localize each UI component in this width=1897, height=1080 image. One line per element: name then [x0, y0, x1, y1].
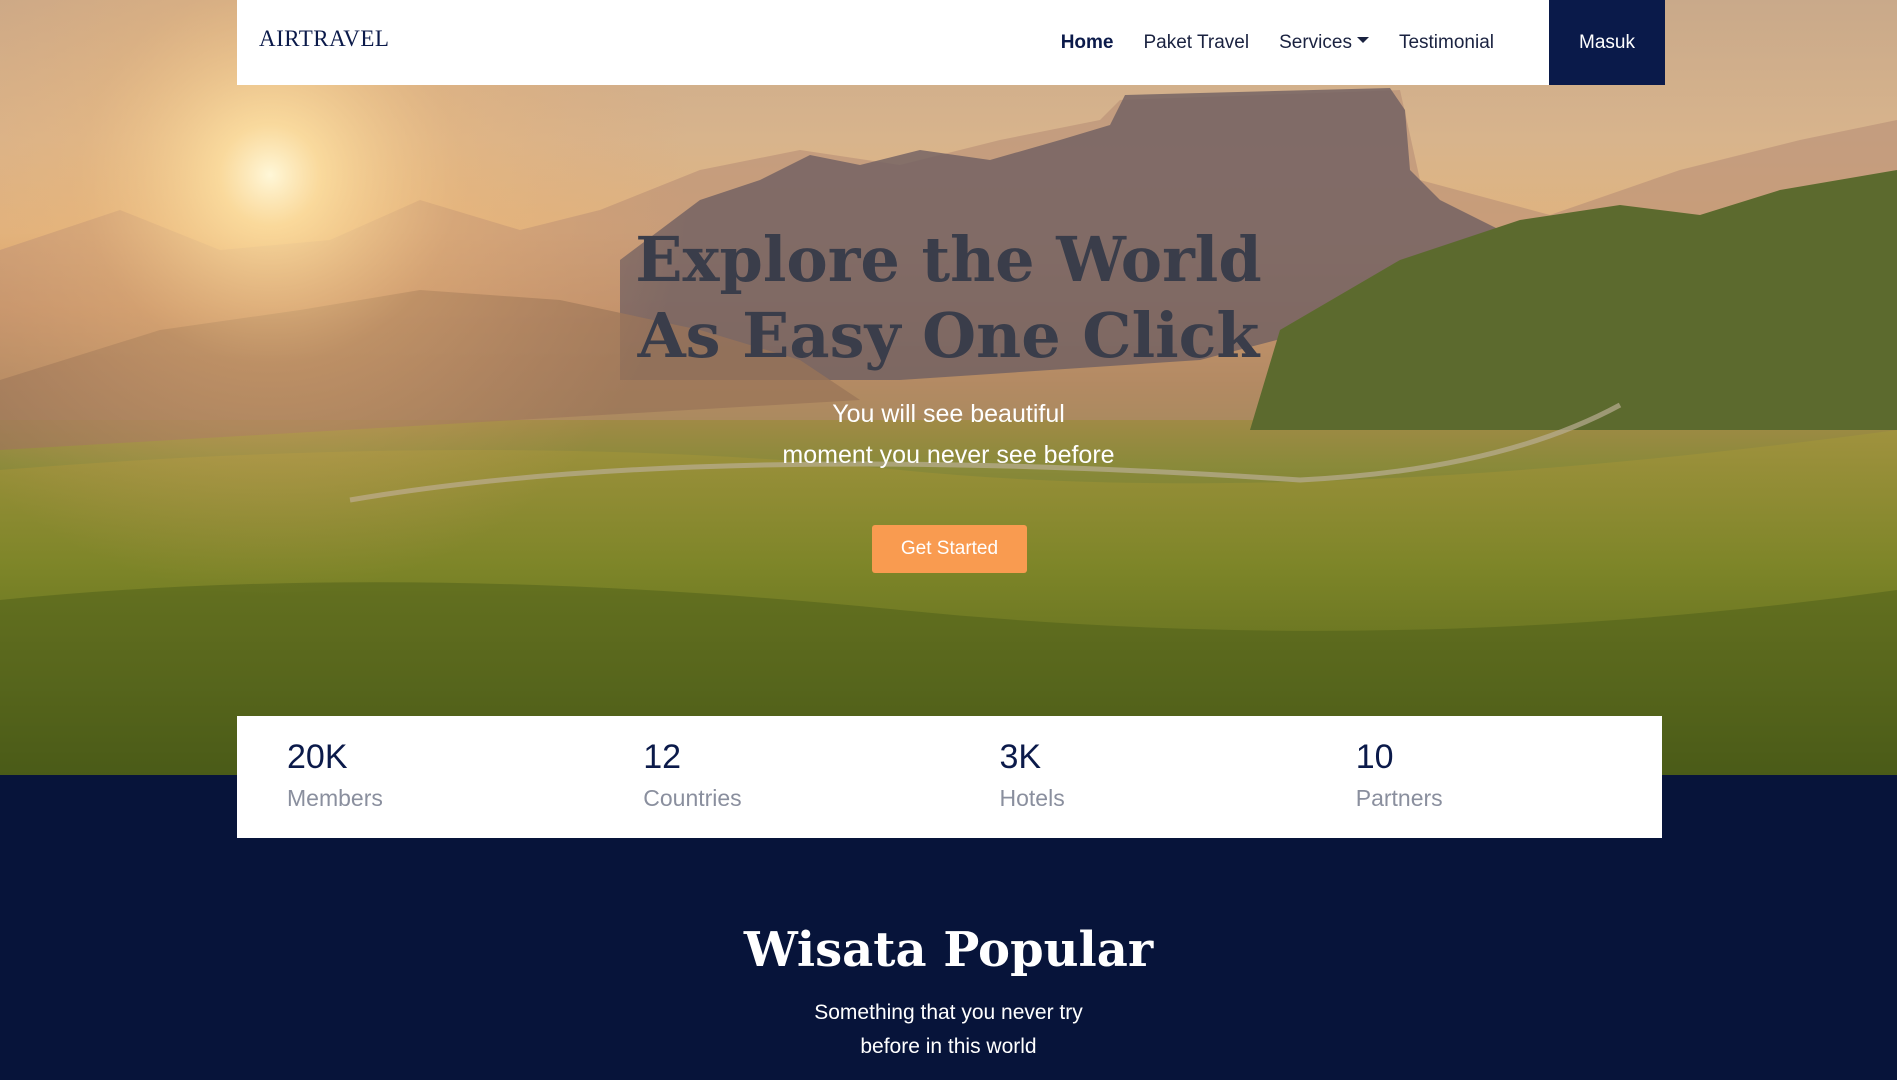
hero-background	[0, 0, 1897, 775]
stat-label: Countries	[643, 785, 742, 811]
popular-subtitle-line1: Something that you never try	[814, 1001, 1083, 1024]
popular-section-subtitle: Something that you never try before in t…	[0, 996, 1897, 1064]
nav-item-services-label: Services	[1279, 31, 1352, 53]
hero-subtitle-line1: You will see beautiful	[832, 400, 1065, 428]
popular-subtitle-line2: before in this world	[860, 1035, 1037, 1058]
nav-item-home[interactable]: Home	[1046, 32, 1129, 54]
stat-label: Hotels	[999, 785, 1065, 811]
navbar: AIRTRAVEL Home Paket Travel Services Tes…	[237, 0, 1665, 85]
stat-hotels: 3K Hotels	[950, 716, 1306, 838]
stat-countries: 12 Countries	[593, 716, 949, 838]
hero-title-line2: As Easy One Click	[637, 299, 1260, 372]
hero-subtitle: You will see beautiful moment you never …	[0, 394, 1897, 476]
stats-bar: 20K Members 12 Countries 3K Hotels 10 Pa…	[237, 716, 1662, 838]
stat-value: 12	[643, 738, 682, 776]
stat-value: 10	[1355, 738, 1394, 776]
stat-value: 20K	[287, 738, 348, 776]
login-button[interactable]: Masuk	[1549, 0, 1665, 85]
stat-value: 3K	[999, 738, 1042, 776]
stat-label: Members	[287, 785, 383, 811]
stat-members: 20K Members	[237, 716, 593, 838]
landscape-image	[0, 0, 1897, 775]
hero-subtitle-line2: moment you never see before	[782, 441, 1115, 469]
stat-partners: 10 Partners	[1306, 716, 1662, 838]
hero-title: Explore the World As Easy One Click	[0, 222, 1897, 374]
popular-section-title: Wisata Popular	[743, 922, 1154, 978]
nav-links: Home Paket Travel Services Testimonial	[1046, 0, 1509, 85]
caret-down-icon	[1356, 36, 1369, 43]
brand-logo[interactable]: AIRTRAVEL	[259, 26, 389, 52]
get-started-button[interactable]: Get Started	[872, 525, 1027, 573]
nav-item-testimonial[interactable]: Testimonial	[1384, 32, 1509, 54]
nav-item-paket-travel[interactable]: Paket Travel	[1128, 32, 1264, 54]
stat-label: Partners	[1355, 785, 1443, 811]
hero-title-line1: Explore the World	[635, 223, 1262, 296]
nav-item-services[interactable]: Services	[1264, 32, 1384, 54]
